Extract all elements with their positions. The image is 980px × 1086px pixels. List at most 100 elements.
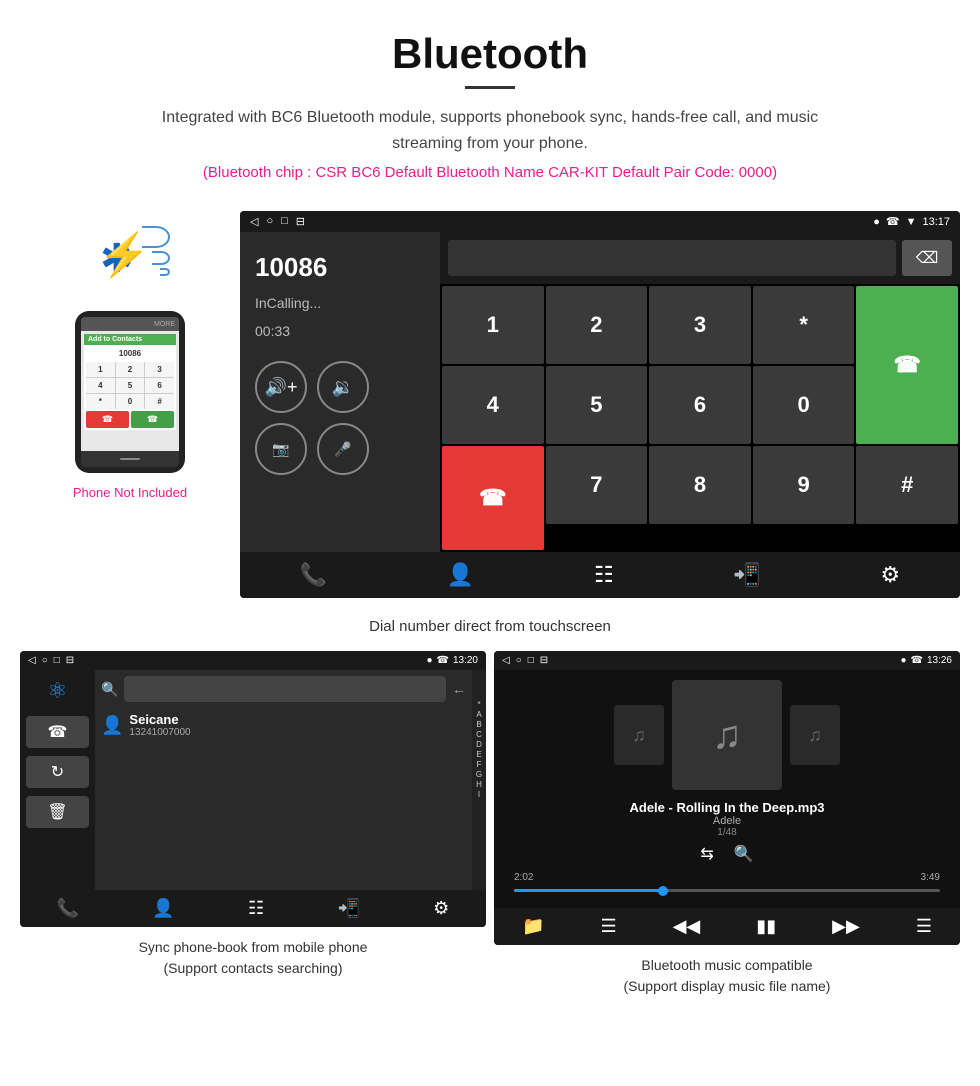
music-folder-icon[interactable]: 📁 <box>522 916 544 937</box>
track-count: 1/48 <box>629 827 824 838</box>
pb-home-icon: ○ <box>42 655 48 666</box>
call-controls: 🔊+ 🔉 📷 🎤 <box>255 361 425 475</box>
phone-key-5[interactable]: 5 <box>116 378 145 393</box>
phone-bottom-bar <box>81 451 179 467</box>
call-accept-btn[interactable]: ☎ <box>856 286 958 444</box>
music-screenshot-block: ◁ ○ □ ⊟ ● ☎ 13:26 ♫ ♫ ♫ Adele - <box>494 651 960 997</box>
nav-settings-icon[interactable]: ⚙ <box>880 562 900 588</box>
nav-calls-icon[interactable]: 📞 <box>300 562 327 588</box>
nav-dialpad-icon[interactable]: ​☷ <box>594 562 614 588</box>
music-nav-bar: 📁 ☰ ◀◀ ▮▮ ▶▶ ☰ <box>494 908 960 945</box>
num-key-1[interactable]: 1 <box>442 286 544 364</box>
num-key-hash[interactable]: # <box>856 446 958 524</box>
music-prev-icon[interactable]: ◀◀ <box>673 916 701 937</box>
album-art-small-right: ♫ <box>790 705 840 765</box>
bottom-screenshots: ◁ ○ □ ⊟ ● ☎ 13:20 ⚛ ☎ ↻ 🗑 <box>0 651 980 997</box>
num-key-4[interactable]: 4 <box>442 366 544 444</box>
pb-nav-calls-icon[interactable]: 📞 <box>57 898 79 919</box>
num-key-3[interactable]: 3 <box>649 286 751 364</box>
pb-alpha-C[interactable]: C <box>472 730 486 739</box>
pb-alphabet-list: * A B C D E F G H I <box>472 670 486 890</box>
nav-contacts-icon[interactable]: 👤 <box>447 562 474 588</box>
call-info-panel: 10086 InCalling... 00:33 🔊+ 🔉 📷 🎤 <box>240 232 440 552</box>
title-divider <box>465 86 515 89</box>
call-ctrl-row-1: 🔊+ 🔉 <box>255 361 425 413</box>
pb-alpha-B[interactable]: B <box>472 720 486 729</box>
volume-down-btn[interactable]: 🔉 <box>317 361 369 413</box>
nav-transfer-icon[interactable]: 📲 <box>733 562 760 588</box>
track-info: Adele - Rolling In the Deep.mp3 Adele 1/… <box>629 800 824 838</box>
phone-key-3[interactable]: 3 <box>145 362 174 377</box>
music-eq-icon[interactable]: ☰ <box>916 916 932 937</box>
pb-phone-btn[interactable]: ☎ <box>26 716 89 748</box>
pb-nav-bar: 📞 👤 ☷ 📲 ⚙ <box>20 890 486 927</box>
phone-key-6[interactable]: 6 <box>145 378 174 393</box>
pb-contact-number: 13241007000 <box>129 727 190 738</box>
pb-nav-settings-icon[interactable]: ⚙ <box>433 898 449 919</box>
num-key-2[interactable]: 2 <box>546 286 648 364</box>
num-key-8[interactable]: 8 <box>649 446 751 524</box>
transfer-btn[interactable]: 📷 <box>255 423 307 475</box>
volume-up-btn[interactable]: 🔊+ <box>255 361 307 413</box>
dial-input[interactable] <box>448 240 896 276</box>
music-list-icon[interactable]: ☰ <box>600 916 616 937</box>
car-time: 13:17 <box>922 216 950 228</box>
pb-alpha-F[interactable]: F <box>472 760 486 769</box>
numpad-grid: 1 2 3 * ☎ 4 5 6 0 ☎ 7 8 9 # <box>440 284 960 552</box>
phonebook-screenshot-block: ◁ ○ □ ⊟ ● ☎ 13:20 ⚛ ☎ ↻ 🗑 <box>20 651 486 997</box>
music-play-pause-icon[interactable]: ▮▮ <box>756 916 776 937</box>
num-key-6[interactable]: 6 <box>649 366 751 444</box>
time-row: 2:02 3:49 <box>514 872 940 883</box>
pb-alpha-D[interactable]: D <box>472 740 486 749</box>
pb-alpha-E[interactable]: E <box>472 750 486 759</box>
pb-status-right: ● ☎ 13:20 <box>426 655 478 666</box>
call-end-btn[interactable]: ☎ <box>442 446 544 550</box>
pb-alpha-H[interactable]: H <box>472 780 486 789</box>
phonebook-caption: Sync phone-book from mobile phone (Suppo… <box>20 927 486 979</box>
phone-key-0[interactable]: 0 <box>116 394 145 409</box>
pb-alpha-I[interactable]: I <box>472 790 486 799</box>
phone-numpad: 1 2 3 4 5 6 * 0 # <box>86 362 174 409</box>
car-location-icon: ● <box>873 216 880 228</box>
music-caption-line1: Bluetooth music compatible <box>641 957 812 973</box>
phone-key-hash[interactable]: # <box>145 394 174 409</box>
music-actions: ⇆ 🔍 <box>700 844 753 864</box>
pb-sidebar: ⚛ ☎ ↻ 🗑 <box>20 670 95 890</box>
music-next-icon[interactable]: ▶▶ <box>832 916 860 937</box>
call-number: 10086 <box>255 252 425 283</box>
num-key-7[interactable]: 7 <box>546 446 648 524</box>
pb-body: ⚛ ☎ ↻ 🗑 🔍 ← 👤 Seicane 1324 <box>20 670 486 890</box>
progress-bar[interactable] <box>514 889 940 892</box>
phone-key-4[interactable]: 4 <box>86 378 115 393</box>
music-caption: Bluetooth music compatible (Support disp… <box>494 945 960 997</box>
pb-search-input[interactable] <box>124 676 446 702</box>
phone-screen: Add to Contacts 10086 1 2 3 4 5 6 * 0 # <box>81 331 179 451</box>
pb-nav-contacts-icon[interactable]: 👤 <box>152 898 174 919</box>
phone-key-1[interactable]: 1 <box>86 362 115 377</box>
phone-key-star[interactable]: * <box>86 394 115 409</box>
num-key-5[interactable]: 5 <box>546 366 648 444</box>
phone-end-call-btn[interactable]: ☎ <box>86 411 129 428</box>
backspace-btn[interactable]: ⌫ <box>902 240 952 276</box>
page-header: Bluetooth Integrated with BC6 Bluetooth … <box>0 0 980 201</box>
pb-delete-btn[interactable]: 🗑 <box>26 796 89 828</box>
pb-nav-transfer-icon[interactable]: 📲 <box>337 898 359 919</box>
num-key-star[interactable]: * <box>753 286 855 364</box>
shuffle-icon[interactable]: ⇆ <box>700 844 713 864</box>
numpad-area: ⌫ 1 2 3 * ☎ 4 5 6 0 ☎ 7 8 9 # <box>440 232 960 552</box>
track-name: Adele - Rolling In the Deep.mp3 <box>629 800 824 815</box>
pb-alpha-G[interactable]: G <box>472 770 486 779</box>
phone-side: ✱ ⚡ MORE Add to Contacts 10086 1 2 <box>20 201 240 500</box>
car-dialer-area: 10086 InCalling... 00:33 🔊+ 🔉 📷 🎤 <box>240 232 960 552</box>
pb-nav-dialpad-icon[interactable]: ☷ <box>248 898 264 919</box>
pb-refresh-btn[interactable]: ↻ <box>26 756 89 788</box>
search-music-icon[interactable]: 🔍 <box>734 844 754 864</box>
phone-call-btn[interactable]: ☎ <box>131 411 174 428</box>
signal-waves-icon <box>142 226 170 276</box>
pb-contact-item[interactable]: 👤 Seicane 13241007000 <box>101 708 466 742</box>
mute-btn[interactable]: 🎤 <box>317 423 369 475</box>
num-key-0[interactable]: 0 <box>753 366 855 444</box>
num-key-9[interactable]: 9 <box>753 446 855 524</box>
pb-alpha-A[interactable]: A <box>472 710 486 719</box>
phone-key-2[interactable]: 2 <box>116 362 145 377</box>
